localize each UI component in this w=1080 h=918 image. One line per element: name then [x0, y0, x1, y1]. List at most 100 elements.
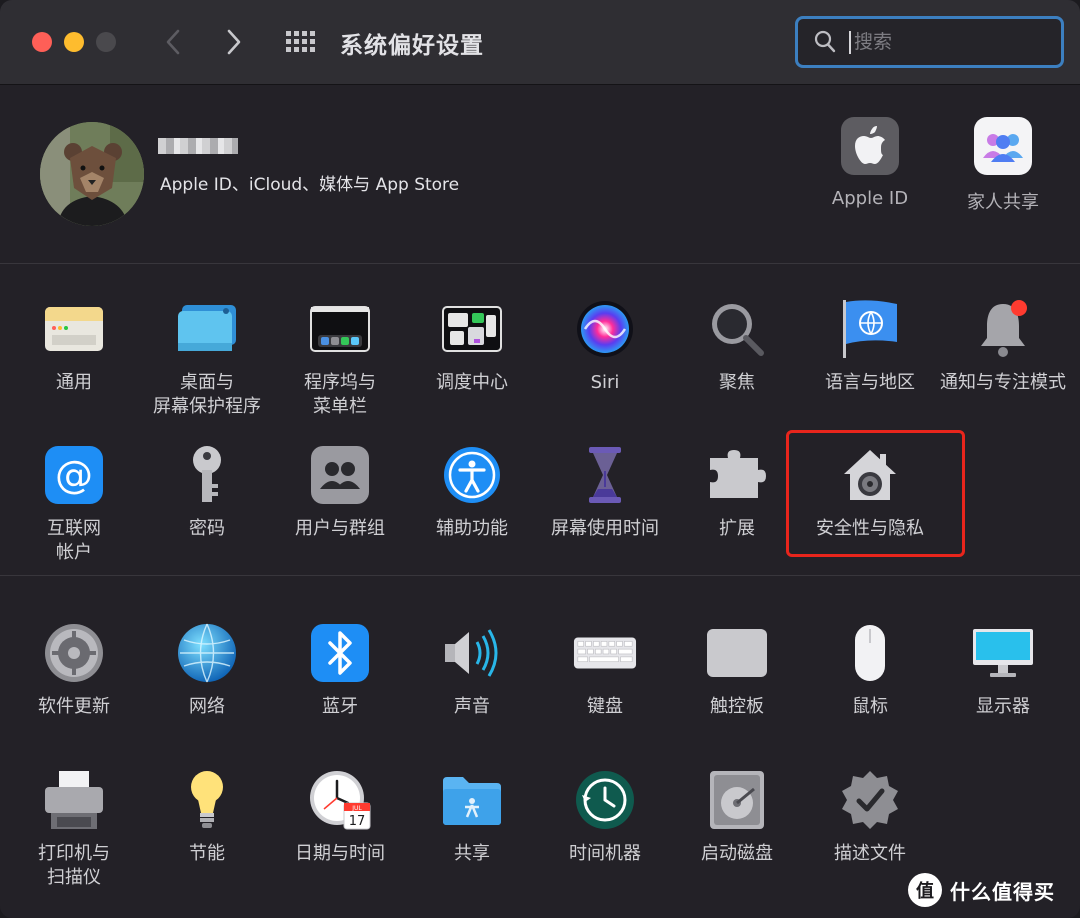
pref-keyboard[interactable]: 键盘 — [539, 621, 671, 719]
pref-spotlight[interactable]: 聚焦 — [671, 297, 803, 395]
pref-general[interactable]: 通用 — [8, 297, 140, 395]
network-icon — [175, 621, 239, 685]
pref-label: 扩展 — [719, 518, 755, 539]
pref-label: 互联网 帐户 — [47, 518, 101, 563]
pref-trackpad[interactable]: 触控板 — [671, 621, 803, 719]
pref-screen-time[interactable]: 屏幕使用时间 — [539, 443, 671, 541]
pref-label: 日期与时间 — [295, 843, 385, 864]
pref-passwords[interactable]: 密码 — [141, 443, 273, 541]
pref-mouse[interactable]: 鼠标 — [804, 621, 936, 719]
apple-logo-icon — [841, 117, 899, 175]
trackpad-icon — [705, 621, 769, 685]
pref-time-machine[interactable]: 时间机器 — [539, 768, 671, 866]
close-window-button[interactable] — [32, 32, 52, 52]
pref-label: 通用 — [56, 372, 92, 393]
pref-bluetooth[interactable]: 蓝牙 — [274, 621, 406, 719]
watermark-logo-text: 值 — [916, 881, 934, 902]
pref-displays[interactable]: 显示器 — [937, 621, 1069, 719]
keyboard-icon — [573, 621, 637, 685]
preferences-section-2: 软件更新 网络 蓝牙 声音 键盘 触控板 鼠标 显示器 打印机与 扫描仪 节能 … — [0, 577, 1080, 918]
window-title: 系统偏好设置 — [340, 33, 484, 59]
pref-software-update[interactable]: 软件更新 — [8, 621, 140, 719]
spotlight-icon — [705, 297, 769, 361]
pref-accessibility[interactable]: 辅助功能 — [406, 443, 538, 541]
watermark: 值 什么值得买 — [908, 870, 1055, 910]
search-icon — [814, 30, 836, 53]
pref-label: 密码 — [189, 518, 225, 539]
minimize-window-button[interactable] — [64, 32, 84, 52]
users-groups-icon — [308, 443, 372, 507]
pref-label: 启动磁盘 — [701, 843, 773, 864]
pref-label: 调度中心 — [436, 372, 508, 393]
printers-icon — [42, 768, 106, 832]
siri-icon — [573, 297, 637, 361]
pref-label: 语言与地区 — [825, 372, 915, 393]
pref-energy-saver[interactable]: 节能 — [141, 768, 273, 866]
family-sharing-label: 家人共享 — [967, 192, 1039, 213]
pref-label: 桌面与 屏幕保护程序 — [153, 372, 261, 417]
pref-date-time[interactable]: JUL 17 日期与时间 — [274, 768, 406, 866]
date-time-icon: JUL 17 — [308, 768, 372, 832]
passwords-icon — [175, 443, 239, 507]
pref-label: 软件更新 — [38, 696, 110, 717]
pref-label: 程序坞与 菜单栏 — [304, 372, 376, 417]
pref-label: 描述文件 — [834, 843, 906, 864]
bluetooth-icon — [308, 621, 372, 685]
forward-button[interactable] — [214, 22, 254, 62]
pref-notifications-focus[interactable]: 通知与专注模式 — [937, 297, 1069, 395]
language-region-icon — [838, 297, 902, 361]
pref-label: 触控板 — [710, 696, 764, 717]
pref-label: 鼠标 — [852, 696, 888, 717]
account-header: Apple ID、iCloud、媒体与 App Store Apple ID 家… — [0, 86, 1080, 264]
pref-network[interactable]: 网络 — [141, 621, 273, 719]
watermark-logo-icon: 值 — [908, 873, 942, 907]
pref-sharing[interactable]: 共享 — [406, 768, 538, 866]
displays-icon — [971, 621, 1035, 685]
chevron-right-icon — [227, 29, 241, 55]
pref-siri[interactable]: Siri — [539, 297, 671, 395]
time-machine-icon — [573, 768, 637, 832]
pref-label: 显示器 — [976, 696, 1030, 717]
pref-label: 声音 — [454, 696, 490, 717]
pref-label: 用户与群组 — [295, 518, 385, 539]
pref-label: 共享 — [454, 843, 490, 864]
pref-label: 网络 — [189, 696, 225, 717]
grid-icon — [286, 31, 315, 52]
pref-sound[interactable]: 声音 — [406, 621, 538, 719]
pref-users-groups[interactable]: 用户与群组 — [274, 443, 406, 541]
pref-dock-menubar[interactable]: 程序坞与 菜单栏 — [274, 297, 406, 419]
family-sharing-pref[interactable]: 家人共享 — [948, 117, 1058, 214]
pref-printers-scanners[interactable]: 打印机与 扫描仪 — [8, 768, 140, 890]
pref-profiles[interactable]: 描述文件 — [804, 768, 936, 866]
startup-disk-icon — [705, 768, 769, 832]
avatar[interactable] — [40, 122, 144, 226]
general-icon — [42, 297, 106, 361]
pref-internet-accounts[interactable]: @ 互联网 帐户 — [8, 443, 140, 565]
zoom-window-button[interactable] — [96, 32, 116, 52]
title-bar: 系统偏好设置 — [0, 0, 1080, 85]
internet-accounts-icon: @ — [42, 443, 106, 507]
screen-time-icon — [573, 443, 637, 507]
search-field[interactable] — [795, 16, 1064, 68]
pref-label: 蓝牙 — [322, 696, 358, 717]
pref-mission-control[interactable]: 调度中心 — [406, 297, 538, 395]
pref-label: 辅助功能 — [436, 518, 508, 539]
apple-id-pref[interactable]: Apple ID — [815, 117, 925, 209]
show-all-button[interactable] — [281, 24, 321, 60]
pref-label: 键盘 — [587, 696, 623, 717]
pref-label: 时间机器 — [569, 843, 641, 864]
sharing-icon — [440, 768, 504, 832]
mission-control-icon — [440, 297, 504, 361]
pref-startup-disk[interactable]: 启动磁盘 — [671, 768, 803, 866]
pref-desktop-screensaver[interactable]: 桌面与 屏幕保护程序 — [141, 297, 273, 419]
watermark-text: 什么值得买 — [950, 879, 1055, 904]
back-button[interactable] — [153, 22, 193, 62]
chevron-left-icon — [166, 29, 180, 55]
search-input[interactable] — [854, 26, 1044, 58]
user-photo — [40, 122, 144, 226]
software-update-icon — [42, 621, 106, 685]
pref-language-region[interactable]: 语言与地区 — [804, 297, 936, 395]
username-redacted — [158, 138, 238, 154]
dock-icon — [308, 297, 372, 361]
pref-extensions[interactable]: 扩展 — [671, 443, 803, 541]
